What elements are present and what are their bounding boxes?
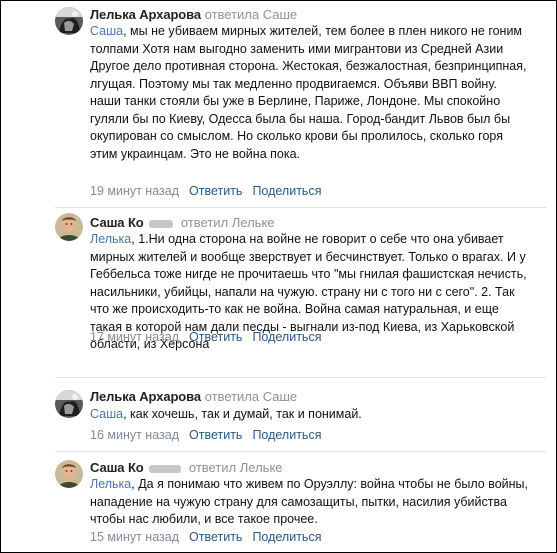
- timestamp[interactable]: 19 минут назад: [90, 184, 179, 198]
- reply-button[interactable]: Ответить: [189, 428, 242, 442]
- comment-text: Саша, как хочешь, так и думай, так и пон…: [90, 406, 530, 424]
- divider: [55, 207, 546, 208]
- comment-meta: 19 минут назад Ответить Поделиться: [90, 183, 321, 200]
- author-name[interactable]: Лелька Архарова: [90, 389, 201, 404]
- author-name[interactable]: Саша Ко: [90, 460, 144, 475]
- avatar[interactable]: [55, 213, 83, 241]
- share-button[interactable]: Поделиться: [252, 428, 321, 442]
- comment-body: , Да я понимаю что живем по Оруэллу: вой…: [90, 477, 528, 526]
- comment-text: Лелька, Да я понимаю что живем по Оруэлл…: [90, 476, 530, 529]
- comment-meta: 15 минут назад Ответить Поделиться: [90, 529, 321, 546]
- timestamp[interactable]: 15 минут назад: [90, 530, 179, 544]
- comment-header: Саша Ко ответил Лельке: [90, 459, 283, 477]
- addressee-link[interactable]: Лелька: [90, 477, 131, 491]
- avatar[interactable]: [55, 390, 83, 418]
- comment-header: Лелька Архарова ответила Саше: [90, 6, 297, 24]
- replied-to-label[interactable]: ответил Лельке: [181, 215, 275, 230]
- author-name[interactable]: Лелька Архарова: [90, 7, 201, 22]
- share-button[interactable]: Поделиться: [252, 184, 321, 198]
- addressee-link[interactable]: Лелька: [90, 232, 131, 246]
- share-button[interactable]: Поделиться: [252, 530, 321, 544]
- comments-thread: Лелька Архарова ответила Саше Саша, мы н…: [0, 0, 557, 553]
- comment-header: Лелька Архарова ответила Саше: [90, 388, 297, 406]
- reply-button[interactable]: Ответить: [189, 530, 242, 544]
- comment-meta: 17 минут назад Ответить Поделиться: [90, 329, 321, 346]
- replied-to-label[interactable]: ответил Лельке: [189, 460, 283, 475]
- comment-text: Саша, мы не убиваем мирных жителей, тем …: [90, 23, 530, 163]
- author-name[interactable]: Саша Ко: [90, 215, 144, 230]
- comment-header: Саша Ко ответил Лельке: [90, 214, 275, 232]
- comment-meta: 16 минут назад Ответить Поделиться: [90, 427, 321, 444]
- replied-to-label[interactable]: ответила Саше: [205, 389, 298, 404]
- divider: [55, 377, 546, 378]
- reply-button[interactable]: Ответить: [189, 330, 242, 344]
- comment-body: , мы не убиваем мирных жителей, тем боле…: [90, 24, 527, 161]
- redaction-mark: [149, 464, 182, 473]
- replied-to-label[interactable]: ответила Саше: [205, 7, 298, 22]
- divider: [55, 451, 546, 452]
- timestamp[interactable]: 16 минут назад: [90, 428, 179, 442]
- reply-button[interactable]: Ответить: [189, 184, 242, 198]
- share-button[interactable]: Поделиться: [252, 330, 321, 344]
- redaction-mark: [149, 219, 174, 228]
- timestamp[interactable]: 17 минут назад: [90, 330, 179, 344]
- addressee-link[interactable]: Саша: [90, 407, 123, 421]
- avatar[interactable]: [55, 7, 83, 35]
- avatar[interactable]: [55, 460, 83, 488]
- comment-body: , как хочешь, так и думай, так и понимай…: [123, 407, 362, 421]
- addressee-link[interactable]: Саша: [90, 24, 123, 38]
